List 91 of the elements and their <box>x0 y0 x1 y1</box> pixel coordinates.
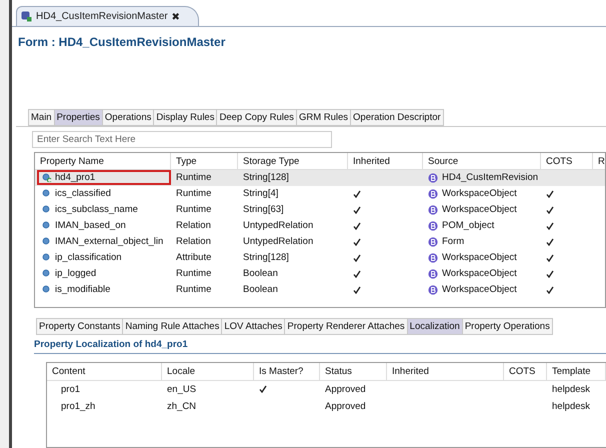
column-header[interactable]: Storage Type <box>238 153 348 169</box>
table-row[interactable]: ics_classified Runtime String[4] WorkspaceObject <box>35 186 605 202</box>
table-cell: WorkspaceObject <box>442 204 517 215</box>
table-cell: WorkspaceObject <box>442 188 517 199</box>
business-object-icon <box>428 284 438 294</box>
tab[interactable]: Operation Descriptor <box>351 109 444 126</box>
table-cell: WorkspaceObject <box>442 268 517 279</box>
table-cell: WorkspaceObject <box>442 252 517 263</box>
table-cell: zh_CN <box>167 400 196 412</box>
tab[interactable]: Main <box>28 109 55 126</box>
table-cell: Runtime <box>176 268 212 279</box>
tab[interactable]: Operations <box>102 109 154 126</box>
table-cell: String[128] <box>243 172 289 183</box>
tab[interactable]: Localization <box>408 318 463 335</box>
column-header[interactable]: COTS <box>541 153 593 169</box>
tab[interactable]: GRM Rules <box>296 109 352 126</box>
table-cell: IMAN_based_on <box>55 220 126 231</box>
form-title: Form : HD4_CusItemRevisionMaster <box>18 35 226 49</box>
table-cell: helpdesk <box>552 400 590 412</box>
table-cell: WorkspaceObject <box>442 284 517 295</box>
tab[interactable]: Property Renderer Attaches <box>285 318 408 335</box>
app-icon <box>21 11 32 22</box>
business-object-icon <box>428 188 438 198</box>
tab[interactable]: Naming Rule Attaches <box>123 318 222 335</box>
table-cell: UntypedRelation <box>243 220 314 231</box>
table-row[interactable]: IMAN_based_on Relation UntypedRelation POM_object <box>35 218 605 234</box>
table-cell: UntypedRelation <box>243 236 314 247</box>
column-header[interactable]: COTS <box>504 363 547 380</box>
tab[interactable]: Property Operations <box>462 318 553 335</box>
table-cell: Runtime <box>176 172 212 183</box>
column-header[interactable]: Inherited <box>387 363 504 380</box>
table-cell: POM_object <box>442 220 494 231</box>
tab[interactable]: Property Constants <box>36 318 124 335</box>
column-header[interactable]: Content <box>47 363 162 380</box>
table-cell: String[63] <box>243 204 284 215</box>
table-row[interactable]: is_modifiable Runtime Boolean WorkspaceObject <box>35 282 605 298</box>
table-cell: Attribute <box>176 252 212 263</box>
tab[interactable]: Deep Copy Rules <box>217 109 297 126</box>
table-row[interactable]: hd4_pro1 Runtime String[128] HD4_CusItemRevision <box>35 170 605 186</box>
table-cell: String[4] <box>243 188 278 199</box>
table-cell: ip_logged <box>55 268 96 279</box>
editor-tab[interactable]: HD4_CusItemRevisionMaster ✖ <box>16 6 199 26</box>
column-header[interactable]: Template <box>547 363 606 380</box>
table-row[interactable]: ip_logged Runtime Boolean WorkspaceObject <box>35 266 605 282</box>
table-row[interactable]: IMAN_external_object_lin Relation UntypedRelation Form <box>35 234 605 250</box>
table-cell: pro1 <box>61 384 80 394</box>
column-header[interactable]: Type <box>171 153 238 169</box>
property-icon <box>42 173 52 182</box>
table-cell: IMAN_external_object_lin <box>55 236 164 247</box>
table-cell: Boolean <box>243 284 278 295</box>
column-header[interactable]: Status <box>320 363 387 380</box>
tab[interactable]: Properties <box>54 109 103 126</box>
business-object-icon <box>428 268 438 278</box>
table-row[interactable]: ip_classification Attribute String[128] WorkspaceObject <box>35 250 605 266</box>
table-cell: pro1_zh <box>61 400 96 412</box>
column-header[interactable]: Inherited <box>348 153 423 169</box>
table-cell: Boolean <box>243 268 278 279</box>
column-header[interactable]: Property Name <box>35 153 171 169</box>
business-object-icon <box>428 236 438 246</box>
column-header[interactable]: Is Master? <box>254 363 320 380</box>
table-cell: Runtime <box>176 204 212 215</box>
column-header[interactable]: R <box>593 153 605 169</box>
table-cell: is_modifiable <box>55 284 110 295</box>
table-cell: Form <box>442 236 464 247</box>
table-cell: Runtime <box>176 284 212 295</box>
table-cell: Runtime <box>176 188 212 199</box>
table-cell: HD4_CusItemRevision <box>442 172 538 183</box>
tab[interactable]: Display Rules <box>154 109 218 126</box>
table-cell: en_US <box>167 384 196 394</box>
business-object-icon <box>428 220 438 230</box>
table-cell: String[128] <box>243 252 289 263</box>
table-cell: ics_subclass_name <box>55 204 138 215</box>
table-cell: helpdesk <box>552 384 590 394</box>
business-object-icon <box>428 204 438 214</box>
business-object-icon <box>428 252 438 262</box>
table-row[interactable]: ics_subclass_name Runtime String[63] WorkspaceObject <box>35 202 605 218</box>
column-header[interactable]: Locale <box>162 363 254 380</box>
table-cell: Approved <box>325 400 366 412</box>
business-object-icon <box>428 172 438 182</box>
column-header[interactable]: Source <box>423 153 541 169</box>
check-icon <box>259 385 267 393</box>
table-cell: Relation <box>176 236 211 247</box>
section-title: Property Localization of hd4_pro1 <box>34 339 188 350</box>
tab[interactable]: LOV Attaches <box>222 318 286 335</box>
table-cell: Approved <box>325 384 366 394</box>
search-field[interactable]: Enter Search Text Here <box>32 131 332 148</box>
table-cell: ip_classification <box>55 252 122 263</box>
table-cell: Relation <box>176 220 211 231</box>
table-cell: hd4_pro1 <box>55 172 96 183</box>
close-icon[interactable]: ✖ <box>172 10 180 22</box>
table-cell: ics_classified <box>55 188 111 199</box>
